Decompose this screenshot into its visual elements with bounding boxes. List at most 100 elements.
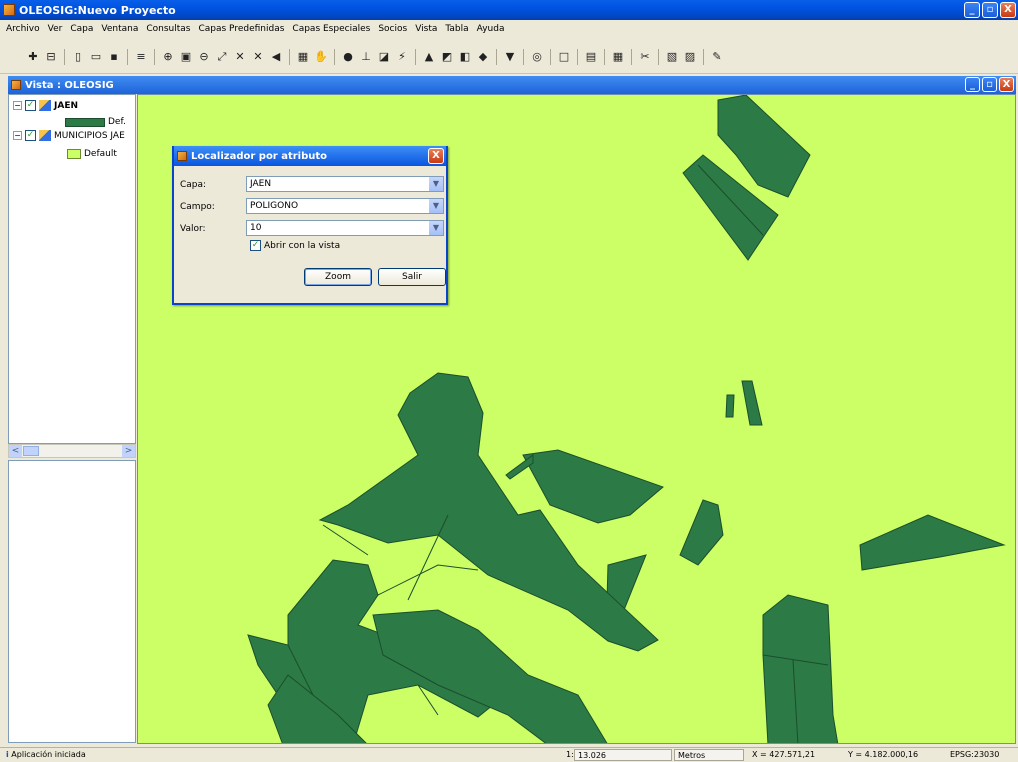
overview-map[interactable] xyxy=(8,460,136,743)
select-poly-icon[interactable]: ◧ xyxy=(458,50,472,64)
units-select[interactable]: Metros xyxy=(674,749,744,761)
menu-item-capas-predefinidas[interactable]: Capas Predefinidas xyxy=(194,24,288,34)
layers-icon[interactable]: ≡ xyxy=(134,50,148,64)
full-extent-icon[interactable]: ⤢ xyxy=(215,50,229,64)
locate-icon[interactable]: ◎ xyxy=(530,50,544,64)
view-window-controls: _ ▫ X xyxy=(965,77,1014,92)
layer-visibility-checkbox[interactable]: ✓ xyxy=(25,100,36,111)
new-icon[interactable]: ▯ xyxy=(71,50,85,64)
toc-horizontal-scrollbar[interactable]: < > xyxy=(8,444,136,458)
scroll-left-icon[interactable]: < xyxy=(9,445,22,457)
layer-visibility-checkbox[interactable]: ✓ xyxy=(25,130,36,141)
toc-layer-municipios[interactable]: − ✓ MUNICIPIOS JAE xyxy=(13,130,125,141)
area-icon[interactable]: ◪ xyxy=(377,50,391,64)
view-minimize-button[interactable]: _ xyxy=(965,77,980,92)
zoom-in-icon[interactable]: ⊕ xyxy=(161,50,175,64)
menu-item-socios[interactable]: Socios xyxy=(374,24,411,34)
toolbar-separator xyxy=(415,48,416,65)
parcel xyxy=(725,394,735,418)
select-rect-icon[interactable]: ◩ xyxy=(440,50,454,64)
scale-input[interactable]: 13.026 xyxy=(574,749,672,761)
menu-item-ver[interactable]: Ver xyxy=(44,24,67,34)
chevron-down-icon[interactable]: ▼ xyxy=(429,177,443,191)
app-icon xyxy=(3,4,15,16)
scroll-thumb[interactable] xyxy=(23,446,39,456)
zoom-select-icon[interactable]: ✕ xyxy=(233,50,247,64)
grid-icon[interactable]: ▦ xyxy=(611,50,625,64)
pan-icon[interactable]: ▦ xyxy=(296,50,310,64)
parcel xyxy=(679,499,724,566)
menu-item-ayuda[interactable]: Ayuda xyxy=(473,24,509,34)
edit-icon[interactable]: ✎ xyxy=(710,50,724,64)
dialog-close-button[interactable]: X xyxy=(428,148,444,164)
toolbar-separator xyxy=(550,48,551,65)
toc-layer-jaen[interactable]: − ✓ JAEN xyxy=(13,100,78,111)
toolbar-separator xyxy=(577,48,578,65)
toolbar-separator xyxy=(334,48,335,65)
open-with-view-option[interactable]: ✓ Abrir con la vista xyxy=(250,240,340,251)
scroll-right-icon[interactable]: > xyxy=(122,445,135,457)
view-maximize-button[interactable]: ▫ xyxy=(982,77,997,92)
info-icon[interactable]: ● xyxy=(341,50,355,64)
hyperlink-icon[interactable]: ⚡ xyxy=(395,50,409,64)
toolbar-separator xyxy=(604,48,605,65)
collapse-icon[interactable]: − xyxy=(13,101,22,110)
valor-value: 10 xyxy=(250,223,262,233)
vector-layer-icon xyxy=(39,100,51,111)
tools-icon[interactable]: ✂ xyxy=(638,50,652,64)
capa-select[interactable]: JAEN ▼ xyxy=(246,176,444,192)
dialog-titlebar[interactable]: Localizador por atributo xyxy=(174,146,446,166)
menu-item-capas-especiales[interactable]: Capas Especiales xyxy=(288,24,374,34)
open-icon[interactable]: ▭ xyxy=(89,50,103,64)
minimize-button[interactable]: _ xyxy=(964,2,980,18)
layer-name: MUNICIPIOS JAE xyxy=(54,130,125,141)
zoom-layer-icon[interactable]: ✕ xyxy=(251,50,265,64)
toolbar-separator xyxy=(631,48,632,65)
scale-prefix: 1: xyxy=(566,750,574,759)
add-layer-icon[interactable]: ✚ xyxy=(26,50,40,64)
remove-layer-icon[interactable]: ⊟ xyxy=(44,50,58,64)
save-icon[interactable]: ▪ xyxy=(107,50,121,64)
dialog-title: Localizador por atributo xyxy=(191,150,328,162)
exit-button[interactable]: Salir xyxy=(378,268,446,286)
vector-layer-icon xyxy=(39,130,51,141)
dialog-icon xyxy=(177,151,187,161)
open-with-view-checkbox[interactable]: ✓ xyxy=(250,240,261,251)
chevron-down-icon[interactable]: ▼ xyxy=(429,199,443,213)
menu-item-capa[interactable]: Capa xyxy=(66,24,97,34)
window-controls: _ ▫ X xyxy=(964,2,1016,18)
menu-item-ventana[interactable]: Ventana xyxy=(97,24,142,34)
valor-label: Valor: xyxy=(180,224,206,234)
campo-select[interactable]: POLIGONO ▼ xyxy=(246,198,444,214)
status-bar: i Aplicación iniciada 1: 13.026 Metros X… xyxy=(0,747,1018,761)
zoom-window-icon[interactable]: ▣ xyxy=(179,50,193,64)
menu-item-archivo[interactable]: Archivo xyxy=(2,24,44,34)
menu-item-vista[interactable]: Vista xyxy=(411,24,441,34)
export-pdf-icon[interactable]: ▨ xyxy=(683,50,697,64)
export-icon[interactable]: ▧ xyxy=(665,50,679,64)
close-button[interactable]: X xyxy=(1000,2,1016,18)
rectangle-icon[interactable]: □ xyxy=(557,50,571,64)
maximize-button[interactable]: ▫ xyxy=(982,2,998,18)
legend-label: Def. xyxy=(108,117,126,127)
app-titlebar[interactable]: OLEOSIG:Nuevo Proyecto _ ▫ X xyxy=(0,0,1018,20)
hand-icon[interactable]: ✋ xyxy=(314,50,328,64)
layer-toc: − ✓ JAEN Def. − ✓ MUNICIPIOS JAE Default xyxy=(8,94,136,444)
zoom-button[interactable]: Zoom xyxy=(304,268,372,286)
chevron-down-icon[interactable]: ▼ xyxy=(429,221,443,235)
measure-icon[interactable]: ⊥ xyxy=(359,50,373,64)
zoom-prev-icon[interactable]: ◀ xyxy=(269,50,283,64)
parcel xyxy=(522,449,664,524)
collapse-icon[interactable]: − xyxy=(13,131,22,140)
valor-select[interactable]: 10 ▼ xyxy=(246,220,444,236)
view-titlebar[interactable]: Vista : OLEOSIG _ ▫ X xyxy=(8,76,1016,94)
view-close-button[interactable]: X xyxy=(999,77,1014,92)
select-icon[interactable]: ▲ xyxy=(422,50,436,64)
table-icon[interactable]: ▤ xyxy=(584,50,598,64)
zoom-out-icon[interactable]: ⊖ xyxy=(197,50,211,64)
select-layer-icon[interactable]: ◆ xyxy=(476,50,490,64)
menu-item-tabla[interactable]: Tabla xyxy=(441,24,472,34)
toolbar-separator xyxy=(127,48,128,65)
filter-icon[interactable]: ▼ xyxy=(503,50,517,64)
menu-item-consultas[interactable]: Consultas xyxy=(142,24,194,34)
